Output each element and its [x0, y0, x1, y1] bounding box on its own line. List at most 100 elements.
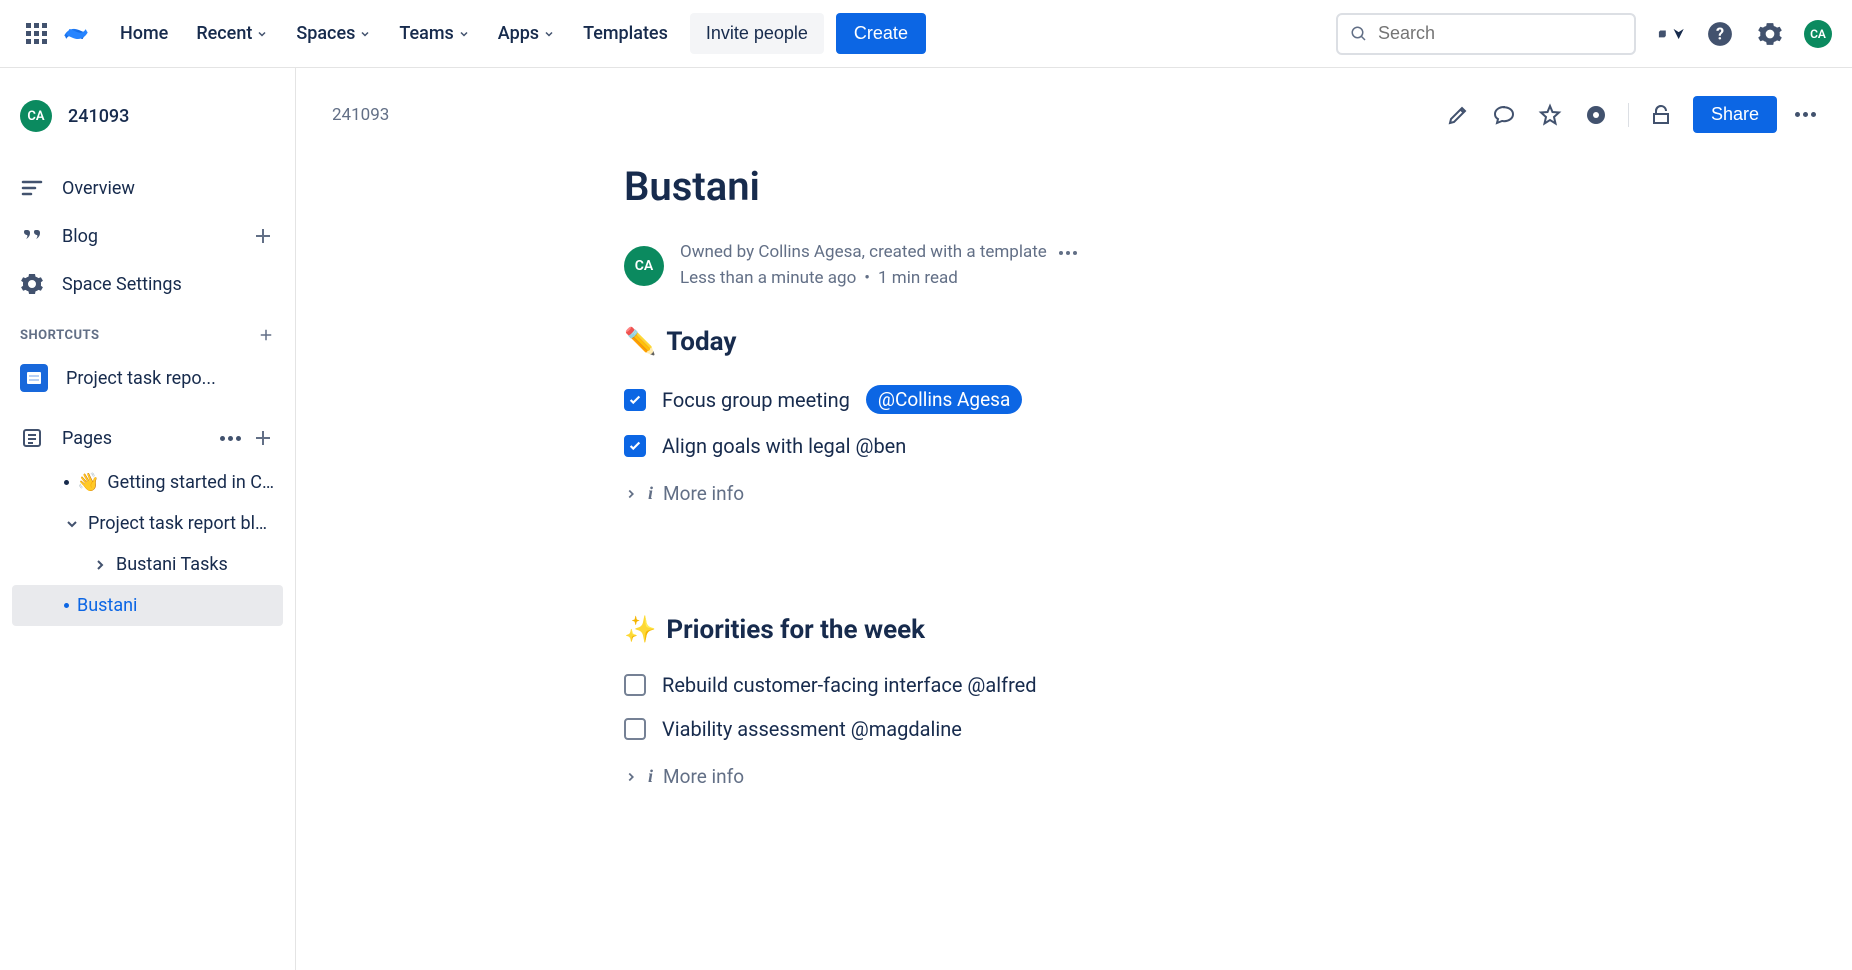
task-text: Focus group meeting [662, 388, 850, 412]
more-info-toggle[interactable]: i More info [624, 751, 1524, 788]
blog-icon [20, 224, 44, 248]
star-icon[interactable] [1536, 101, 1564, 129]
bullet-icon [64, 603, 69, 608]
sidebar-blog[interactable]: Blog [12, 212, 283, 260]
comment-icon[interactable] [1490, 101, 1518, 129]
priorities-label: Priorities for the week [666, 615, 925, 645]
page-title: Bustani [624, 163, 1524, 210]
checkbox[interactable] [624, 718, 646, 740]
sidebar-shortcut-item[interactable]: Project task repo... [12, 352, 283, 404]
pages-more-icon[interactable] [220, 436, 241, 441]
chevron-down-icon [543, 28, 555, 40]
mention-chip[interactable]: @Collins Agesa [866, 385, 1022, 414]
info-icon: i [648, 766, 653, 787]
nav-home[interactable]: Home [106, 15, 182, 52]
checkbox[interactable] [624, 674, 646, 696]
shortcut-label: Project task repo... [66, 368, 216, 389]
confluence-logo-icon[interactable] [60, 18, 92, 50]
priorities-heading: ✨ Priorities for the week [624, 615, 1524, 645]
notifications-icon[interactable] [1654, 18, 1686, 50]
wave-emoji-icon: 👋 [77, 472, 99, 493]
sidebar-settings-label: Space Settings [62, 274, 182, 295]
nav-apps-label: Apps [498, 23, 539, 44]
tree-label: Project task report blu... [88, 513, 275, 534]
separator-dot: • [864, 266, 870, 292]
time-ago: Less than a minute ago [680, 266, 856, 292]
sidebar-pages[interactable]: Pages [12, 414, 283, 462]
nav-recent[interactable]: Recent [182, 15, 282, 52]
plus-icon[interactable] [251, 224, 275, 248]
search-icon [1350, 25, 1368, 43]
edit-icon[interactable] [1444, 101, 1472, 129]
more-info-toggle[interactable]: i More info [624, 468, 1524, 505]
svg-text:?: ? [1716, 24, 1724, 43]
task-row: Viability assessment @magdaline [624, 707, 1524, 751]
shortcuts-label: SHORTCUTS [20, 328, 100, 343]
search-input[interactable] [1378, 23, 1622, 44]
page-content: Bustani CA Owned by Collins Agesa, creat… [624, 133, 1524, 788]
chevron-down-icon [359, 28, 371, 40]
sidebar: CA 241093 Overview Blog Space Settings S… [0, 68, 296, 970]
checkbox[interactable] [624, 389, 646, 411]
task-row: Align goals with legal @ben [624, 424, 1524, 468]
pages-icon [20, 426, 44, 450]
divider [1628, 103, 1629, 127]
more-actions-icon[interactable] [1795, 112, 1816, 117]
gear-icon [20, 272, 44, 296]
overview-icon [20, 176, 44, 200]
app-switcher-icon[interactable] [20, 18, 52, 50]
plus-icon[interactable] [251, 426, 275, 450]
sparkles-emoji-icon: ✨ [624, 615, 656, 645]
sidebar-space-settings[interactable]: Space Settings [12, 260, 283, 308]
chevron-right-icon [92, 557, 108, 573]
tree-bustani[interactable]: Bustani [12, 585, 283, 626]
plus-icon[interactable] [257, 326, 275, 344]
watch-icon[interactable] [1582, 101, 1610, 129]
help-icon[interactable]: ? [1704, 18, 1736, 50]
nav-templates[interactable]: Templates [569, 15, 682, 52]
nav-recent-label: Recent [196, 23, 252, 44]
nav-teams-label: Teams [399, 23, 453, 44]
read-time: 1 min read [878, 266, 958, 292]
sidebar-overview-label: Overview [62, 178, 135, 199]
document-icon [20, 364, 48, 392]
invite-people-button[interactable]: Invite people [690, 13, 824, 54]
space-avatar: CA [20, 100, 52, 132]
nav-teams[interactable]: Teams [385, 15, 483, 52]
space-name: 241093 [68, 106, 129, 127]
tree-label: Bustani Tasks [116, 554, 228, 575]
restrictions-icon[interactable] [1647, 101, 1675, 129]
tree-label: Getting started in C... [107, 472, 275, 493]
tree-bustani-tasks[interactable]: Bustani Tasks [12, 544, 283, 585]
share-button[interactable]: Share [1693, 96, 1777, 133]
space-header[interactable]: CA 241093 [12, 92, 283, 140]
sidebar-overview[interactable]: Overview [12, 164, 283, 212]
create-button[interactable]: Create [836, 13, 926, 54]
breadcrumb[interactable]: 241093 [332, 105, 389, 125]
profile-avatar[interactable]: CA [1804, 20, 1832, 48]
task-row: Rebuild customer-facing interface @alfre… [624, 663, 1524, 707]
today-heading: ✏️ Today [624, 327, 1524, 357]
task-text: Align goals with legal @ben [662, 434, 906, 458]
search-box[interactable] [1336, 13, 1636, 55]
tree-label: Bustani [77, 595, 137, 616]
chevron-down-icon [64, 516, 80, 532]
page-actions: Share [1444, 96, 1816, 133]
settings-icon[interactable] [1754, 18, 1786, 50]
task-row: Focus group meeting @Collins Agesa [624, 375, 1524, 424]
more-info-label: More info [663, 482, 744, 505]
task-text: Viability assessment @magdaline [662, 717, 962, 741]
byline-more-icon[interactable] [1059, 251, 1077, 255]
top-navigation: Home Recent Spaces Teams Apps Templates … [0, 0, 1852, 68]
primary-nav: Home Recent Spaces Teams Apps Templates … [106, 13, 926, 54]
owner-avatar[interactable]: CA [624, 246, 664, 286]
tree-getting-started[interactable]: 👋 Getting started in C... [12, 462, 283, 503]
main-content: 241093 Share Bustani CA Owned by Collins… [296, 68, 1852, 970]
sidebar-shortcuts-header: SHORTCUTS [12, 308, 283, 352]
topbar-left: Home Recent Spaces Teams Apps Templates … [20, 13, 926, 54]
page-byline: CA Owned by Collins Agesa, created with … [624, 240, 1524, 291]
nav-apps[interactable]: Apps [484, 15, 569, 52]
tree-project-blueprint[interactable]: Project task report blu... [12, 503, 283, 544]
checkbox[interactable] [624, 435, 646, 457]
nav-spaces[interactable]: Spaces [282, 15, 385, 52]
